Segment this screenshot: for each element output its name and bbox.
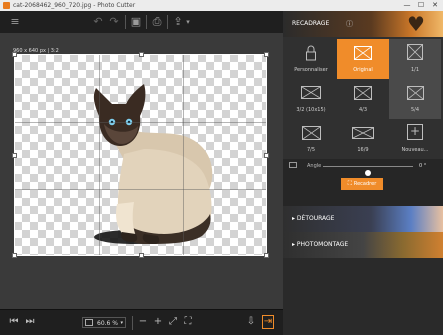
- window-titlebar: cat-2068462_960_720.jpg - Photo Cutter —…: [0, 0, 443, 11]
- toolbar-divider: [125, 15, 126, 29]
- next-image-icon[interactable]: ⏭: [24, 315, 36, 329]
- crop-option-3-2[interactable]: 3/2 (10x15): [285, 79, 337, 119]
- crop-option-label: 1/1: [410, 67, 420, 73]
- photomontage-section-header[interactable]: ▸ PHOTOMONTAGE: [283, 232, 443, 258]
- apply-crop-label: Recadrer: [353, 181, 377, 187]
- toolbar-divider: [146, 15, 147, 29]
- share-icon[interactable]: ⇪: [172, 15, 184, 29]
- detourage-label: ▸ DÉTOURAGE: [292, 215, 335, 222]
- crop-handle-right[interactable]: [264, 153, 269, 158]
- rotate-icon: [289, 162, 297, 168]
- close-button[interactable]: ✕: [428, 0, 442, 11]
- crop-option-custom[interactable]: Personnaliser: [285, 39, 337, 79]
- crop-option-label: 4/3: [358, 107, 368, 113]
- actual-size-icon[interactable]: ⛶: [182, 315, 194, 329]
- crop-grid-line: [99, 55, 100, 255]
- zoom-value: 60.6 %: [97, 320, 118, 327]
- maximize-button[interactable]: ☐: [414, 0, 428, 11]
- print-icon[interactable]: ⎙: [151, 15, 163, 29]
- ratio-5-4-icon: [407, 86, 424, 100]
- save-icon[interactable]: ▣: [130, 15, 142, 29]
- bottom-toolbar: ⏮ ⏭ 60.6 % ▾ − + ⤢ ⛶ ⇩ ⇥: [0, 309, 283, 335]
- toolbar-divider: [167, 15, 168, 29]
- exit-icon[interactable]: ⇥: [262, 315, 274, 329]
- minimize-button[interactable]: —: [400, 0, 414, 11]
- heart-hands-image: ♥: [407, 12, 425, 36]
- ratio-original-icon: [354, 46, 372, 60]
- apply-crop-button[interactable]: ⛶ Recadrer: [341, 178, 383, 190]
- ratio-1-1-icon: [407, 44, 423, 60]
- crop-ratio-grid: Personnaliser Original 1/1 3/2 (10x15) 4…: [283, 37, 443, 159]
- crop-option-original[interactable]: Original: [337, 39, 389, 79]
- lock-icon: [306, 45, 316, 61]
- crop-option-7-5[interactable]: 7/5: [285, 119, 337, 159]
- crop-option-new[interactable]: + Nouveau...: [389, 119, 441, 159]
- image-size-icon: [85, 319, 93, 326]
- crop-grid-line: [15, 122, 266, 123]
- top-toolbar: ≡ ↶ ↷ ▣ ⎙ ⇪ ▾: [0, 11, 283, 34]
- crop-option-label: Nouveau...: [401, 147, 429, 153]
- crop-handle-bottom[interactable]: [139, 253, 144, 258]
- angle-slider-handle[interactable]: [365, 170, 371, 176]
- crop-handle-bottom-right[interactable]: [264, 253, 269, 258]
- previous-image-icon[interactable]: ⏮: [8, 315, 20, 329]
- angle-label: Angle: [307, 163, 322, 169]
- panel-empty-area: [283, 258, 443, 334]
- crop-handle-bottom-left[interactable]: [12, 253, 17, 258]
- add-icon: +: [407, 124, 423, 140]
- angle-value: 0 °: [419, 163, 427, 169]
- ratio-7-5-icon: [302, 126, 321, 140]
- crop-option-label: Personnaliser: [294, 67, 328, 73]
- crop-grid-line: [15, 189, 266, 190]
- ratio-16-9-icon: [352, 127, 374, 139]
- crop-handle-top-right[interactable]: [264, 52, 269, 57]
- crop-option-1-1[interactable]: 1/1: [389, 39, 441, 79]
- crop-handle-top[interactable]: [139, 52, 144, 57]
- crop-handle-top-left[interactable]: [12, 52, 17, 57]
- crop-handle-left[interactable]: [12, 153, 17, 158]
- info-icon[interactable]: ⓘ: [346, 19, 353, 29]
- crop-option-16-9[interactable]: 16/9: [337, 119, 389, 159]
- angle-slider[interactable]: [323, 166, 413, 176]
- angle-control: Angle 0 °: [283, 159, 443, 176]
- share-dropdown-icon[interactable]: ▾: [184, 15, 192, 29]
- crop-frame[interactable]: [12, 52, 269, 258]
- crop-option-label: 5/4: [410, 107, 420, 113]
- toolbar-divider: [132, 316, 133, 330]
- fit-to-window-icon[interactable]: ⤢: [167, 315, 179, 329]
- redo-icon[interactable]: ↷: [108, 15, 120, 29]
- app-icon: [3, 2, 10, 9]
- crop-option-4-3[interactable]: 4/3: [337, 79, 389, 119]
- crop-option-label: 16/9: [357, 147, 369, 153]
- crop-grid-line: [183, 55, 184, 255]
- window-title: cat-2068462_960_720.jpg - Photo Cutter: [13, 2, 136, 9]
- crop-option-label: 3/2 (10x15): [296, 107, 326, 113]
- crop-option-5-4[interactable]: 5/4: [389, 79, 441, 119]
- recadrage-label: RECADRAGE: [292, 20, 330, 27]
- recadrage-section-header[interactable]: RECADRAGE ⓘ ♥: [283, 11, 443, 37]
- photomontage-text: PHOTOMONTAGE: [296, 241, 349, 248]
- ratio-4-3-icon: [354, 86, 372, 100]
- undo-icon[interactable]: ↶: [92, 15, 104, 29]
- export-icon[interactable]: ⇩: [245, 315, 257, 329]
- ratio-3-2-icon: [301, 86, 321, 99]
- chevron-down-icon: ▾: [120, 320, 123, 326]
- crop-option-label: Original: [353, 67, 373, 73]
- detourage-section-header[interactable]: ▸ DÉTOURAGE: [283, 206, 443, 232]
- detourage-text: DÉTOURAGE: [296, 215, 335, 222]
- menu-icon[interactable]: ≡: [8, 15, 22, 29]
- crop-option-label: 7/5: [306, 147, 316, 153]
- tools-panel: RECADRAGE ⓘ ♥ Personnaliser Original 1/1…: [283, 11, 443, 334]
- photomontage-label: ▸ PHOTOMONTAGE: [292, 241, 349, 248]
- zoom-out-icon[interactable]: −: [137, 315, 149, 329]
- zoom-in-icon[interactable]: +: [152, 315, 164, 329]
